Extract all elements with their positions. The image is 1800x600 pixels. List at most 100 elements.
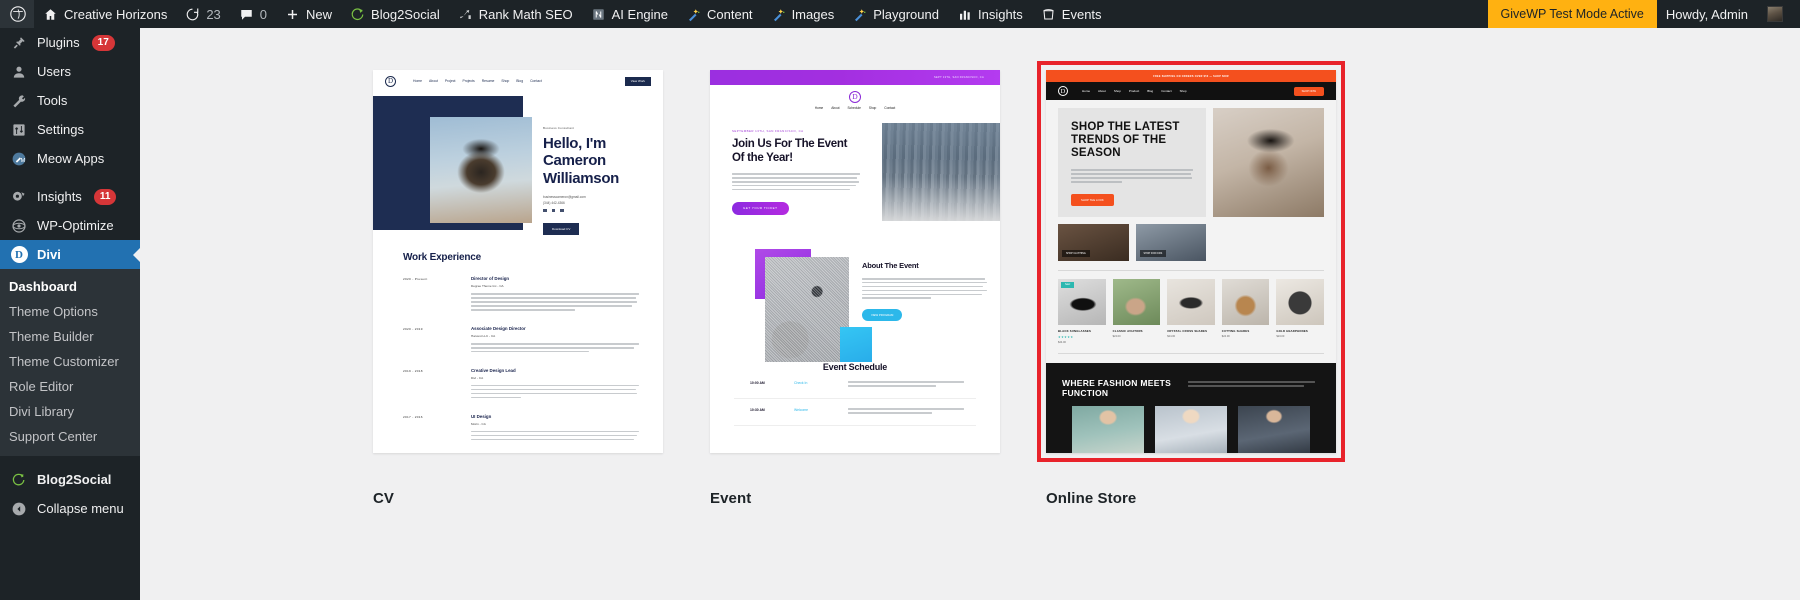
instagram-icon	[560, 208, 564, 213]
adminbar-item-events[interactable]: Events	[1032, 0, 1111, 28]
template-label-event: Event	[710, 490, 752, 507]
event-schedule-time: 10:00 AM	[750, 381, 765, 385]
sidebar-item-insights[interactable]: Insights 11	[0, 182, 140, 211]
event-about-title: About The Event	[862, 261, 919, 270]
svg-text:M: M	[21, 158, 26, 164]
collapse-menu-button[interactable]: Collapse menu	[0, 494, 140, 523]
template-card-cv[interactable]: D Home About Project Projects Resume Sho…	[373, 70, 663, 453]
current-menu-arrow	[133, 246, 140, 263]
givewp-test-mode-badge[interactable]: GiveWP Test Mode Active	[1487, 0, 1657, 28]
cv-portrait-image	[430, 117, 532, 223]
cv-job-title: UI Design	[471, 413, 492, 419]
event-logo-icon: D	[849, 90, 861, 103]
wordpress-logo-icon[interactable]	[0, 0, 34, 28]
sidebar-subitem-divi-library[interactable]: Divi Library	[0, 399, 140, 424]
event-schedule-section: Event Schedule 10:00 AM Check In 10:30 A…	[710, 362, 1000, 453]
sidebar-item-meow-apps[interactable]: M Meow Apps	[0, 144, 140, 173]
event-eyebrow: SEPTEMBER 13TH, SAN FRANCISCO, CA	[732, 129, 804, 133]
cv-job-row: 2020 - Present Director of Design Degree…	[403, 276, 639, 313]
sidebar-item-wp-optimize[interactable]: WP-Optimize	[0, 211, 140, 240]
cv-preview: D Home About Project Projects Resume Sho…	[373, 70, 663, 453]
sidebar-item-plugins[interactable]: Plugins 17	[0, 28, 140, 57]
adminbar-item-howdy[interactable]: Howdy, Admin	[1657, 0, 1800, 28]
event-hero: SEPTEMBER 13TH, SAN FRANCISCO, CA Join U…	[710, 115, 1000, 237]
cv-nav-item: Blog	[516, 79, 524, 83]
sidebar-item-users[interactable]: Users	[0, 57, 140, 86]
event-nav-item: Schedule	[847, 105, 861, 110]
adminbar-label-comments: 0	[259, 6, 268, 22]
store-tile-label: SHOP CLOTHING	[1062, 250, 1090, 258]
adminbar-label-insights: Insights	[977, 6, 1023, 22]
sidebar-subitem-role-editor[interactable]: Role Editor	[0, 374, 140, 399]
store-product-image: Sale!	[1058, 279, 1106, 326]
adminbar-item-ai-engine[interactable]: AI Engine	[582, 0, 677, 28]
store-product-card: CLASSIC AVIATORS $24.00	[1112, 279, 1161, 344]
template-card-event[interactable]: SEPT 13TH, SAN FRANCISCO, CA D Home Abou…	[710, 70, 1000, 453]
cv-nav-item: Contact	[530, 79, 542, 83]
store-model-image	[1153, 404, 1229, 453]
adminbar-item-updates[interactable]: 23	[176, 0, 229, 28]
store-nav-item: Shop	[1179, 89, 1187, 93]
store-product-name: CRYSTAL CROSS SHADES	[1167, 329, 1208, 334]
sidebar-subitem-support-center[interactable]: Support Center	[0, 424, 140, 449]
adminbar-item-insights[interactable]: Insights	[948, 0, 1032, 28]
cv-job-dates: 2019 - 2018	[403, 368, 423, 373]
template-label-cv: CV	[373, 490, 395, 507]
admin-bar: Creative Horizons 23 0 New Blog2Social R…	[0, 0, 1800, 28]
adminbar-item-images[interactable]: Images	[762, 0, 844, 28]
adminbar-item-content[interactable]: Content	[677, 0, 762, 28]
cv-job-dates: 2017 - 2016	[403, 414, 423, 419]
store-divider	[1058, 270, 1324, 272]
adminbar-label-ai-engine: AI Engine	[611, 6, 669, 22]
cv-contact: businesscameron@gmail.com (344) 442-4366	[543, 195, 651, 213]
sidebar-label-blog2social: Blog2Social	[37, 472, 112, 487]
event-schedule-title: Event Schedule	[822, 362, 888, 372]
sidebar-subitem-theme-builder[interactable]: Theme Builder	[0, 324, 140, 349]
sidebar-item-tools[interactable]: Tools	[0, 86, 140, 115]
cv-work-section: Work Experience 2020 - Present Director …	[373, 238, 663, 453]
store-category-tiles: SHOP CLOTHING SHOP FOR KIDS	[1058, 224, 1206, 262]
adminbar-item-comments[interactable]: 0	[230, 0, 276, 28]
store-nav-item: About	[1098, 89, 1106, 93]
sidebar-subitem-dashboard[interactable]: Dashboard	[0, 274, 140, 299]
adminbar-item-new-content[interactable]: New	[276, 0, 341, 28]
divi-logo-letter: D	[10, 246, 28, 263]
event-paragraph	[732, 173, 860, 191]
sidebar-separator	[0, 173, 140, 182]
template-card-online-store[interactable]: FREE SHIPPING ON ORDERS OVER $50 — SHOP …	[1037, 61, 1345, 462]
sidebar-item-divi[interactable]: D Divi	[0, 240, 140, 269]
cv-nav: D Home About Project Projects Resume Sho…	[373, 70, 663, 92]
adminbar-item-blog2social[interactable]: Blog2Social	[341, 0, 449, 28]
store-nav-item: Blog	[1147, 89, 1154, 93]
comment-icon	[239, 7, 254, 22]
adminbar-item-playground[interactable]: Playground	[843, 0, 948, 28]
meow-apps-icon: M	[9, 149, 29, 169]
event-preview: SEPT 13TH, SAN FRANCISCO, CA D Home Abou…	[710, 70, 1000, 453]
cv-email: businesscameron@gmail.com	[543, 194, 586, 199]
sidebar-subitem-theme-customizer[interactable]: Theme Customizer	[0, 349, 140, 374]
store-product-image	[1276, 279, 1324, 326]
event-about-image	[765, 257, 849, 372]
event-schedule-time: 10:30 AM	[750, 407, 765, 412]
store-nav-button: SHOP NOW	[1293, 86, 1324, 96]
cv-job-title: Creative Design Lead	[471, 367, 516, 373]
cv-cta-button: Download CV	[543, 223, 580, 236]
sidebar-item-blog2social[interactable]: Blog2Social	[0, 465, 140, 494]
cv-nav-links: Home About Project Projects Resume Shop …	[413, 79, 618, 83]
event-cta-button: GET YOUR TICKET	[732, 201, 789, 215]
store-model-gallery	[1070, 404, 1312, 453]
event-nav-item: Shop	[868, 105, 877, 110]
store-nav-links: Home About Shop Product Blog Contact Sho…	[1082, 89, 1286, 93]
twitter-icon	[551, 208, 555, 213]
adminbar-label-content: Content	[707, 6, 753, 22]
adminbar-item-rank-math-seo[interactable]: Rank Math SEO	[449, 0, 582, 28]
adminbar-item-site-name[interactable]: Creative Horizons	[34, 0, 176, 28]
collapse-menu-label: Collapse menu	[37, 501, 124, 516]
main-content: D Home About Project Projects Resume Sho…	[140, 28, 1800, 600]
divi-icon: D	[9, 245, 29, 265]
home-icon	[43, 7, 58, 22]
cv-nav-item: Shop	[501, 79, 510, 83]
sidebar-subitem-theme-options[interactable]: Theme Options	[0, 299, 140, 324]
sidebar-item-settings[interactable]: Settings	[0, 115, 140, 144]
cv-eyebrow: Business Consultant	[543, 126, 575, 130]
